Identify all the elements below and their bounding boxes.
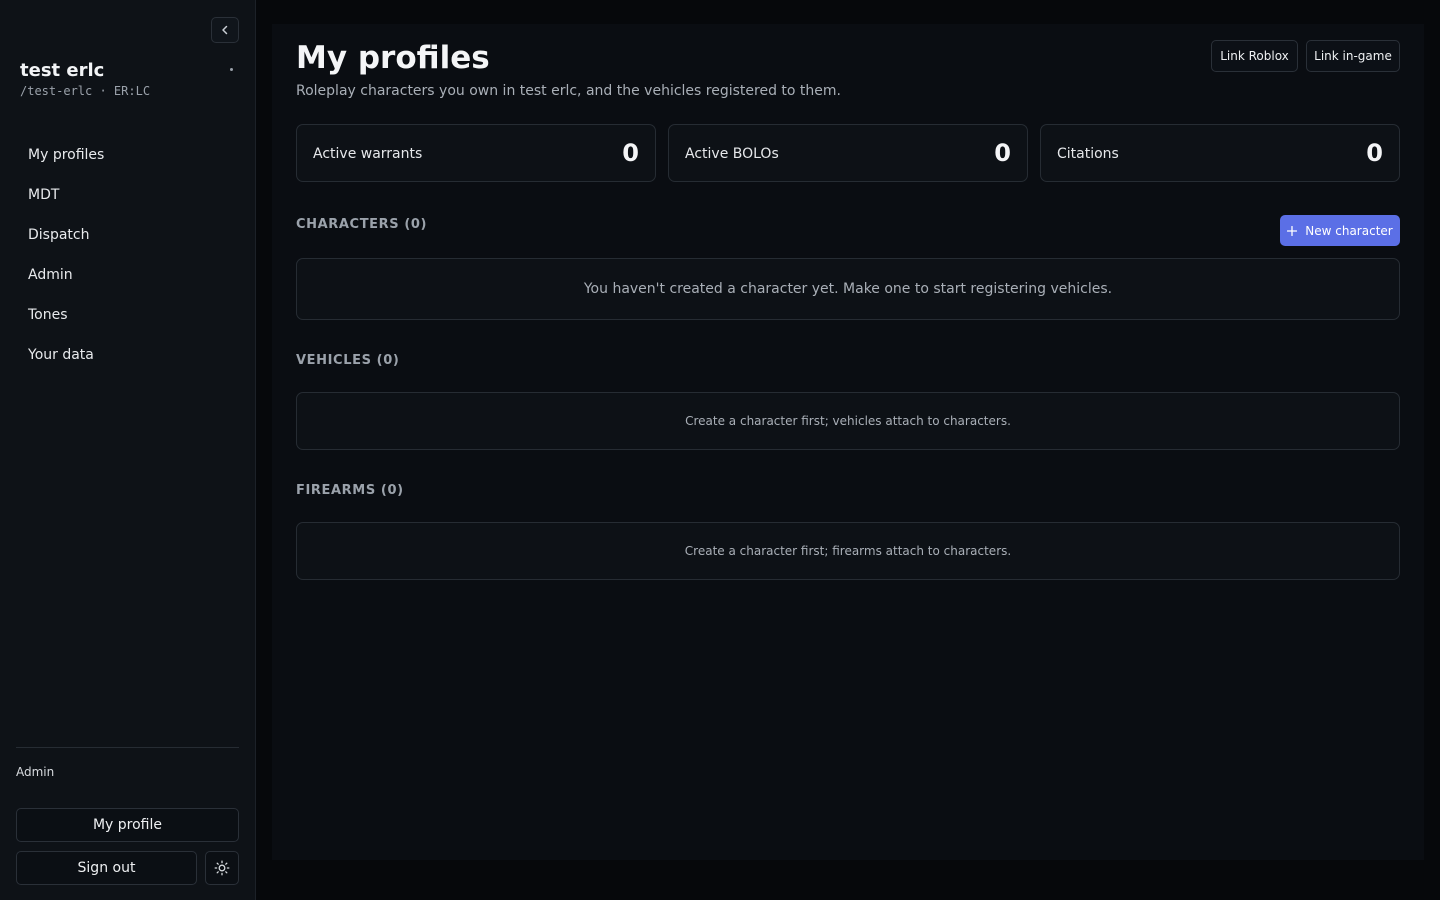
link-in-game-button[interactable]: Link in-game <box>1306 40 1400 72</box>
server-switcher-indicator[interactable] <box>230 68 233 71</box>
my-profile-button[interactable]: My profile <box>16 808 239 842</box>
vehicles-empty-text: Create a character first; vehicles attac… <box>685 414 1011 428</box>
page-title: My profiles <box>296 40 490 76</box>
user-role-label: Admin <box>16 765 55 779</box>
sign-out-button[interactable]: Sign out <box>16 851 197 885</box>
collapse-sidebar-button[interactable] <box>211 17 239 43</box>
main-panel: My profiles Roleplay characters you own … <box>272 24 1424 860</box>
stat-label: Active BOLOs <box>685 146 779 162</box>
vehicles-section-header: VEHICLES (0) <box>296 353 400 368</box>
page-subtitle: Roleplay characters you own in test erlc… <box>296 83 841 99</box>
characters-empty-state: You haven't created a character yet. Mak… <box>296 258 1400 320</box>
characters-section-header: CHARACTERS (0) <box>296 217 428 232</box>
firearms-empty-state: Create a character first; firearms attac… <box>296 522 1400 580</box>
plus-icon <box>1287 225 1298 236</box>
stat-value: 0 <box>1366 139 1383 167</box>
stat-card-citations: Citations 0 <box>1040 124 1400 182</box>
server-name[interactable]: test erlc <box>20 60 104 81</box>
stat-card-active-warrants: Active warrants 0 <box>296 124 656 182</box>
stat-value: 0 <box>622 139 639 167</box>
stat-card-active-bolos: Active BOLOs 0 <box>668 124 1028 182</box>
sidebar-divider <box>16 747 239 748</box>
characters-empty-text: You haven't created a character yet. Mak… <box>583 281 1113 297</box>
theme-toggle-button[interactable] <box>205 851 239 885</box>
sidebar: test erlc /test-erlc · ER:LC My profiles… <box>0 0 256 900</box>
server-slug: /test-erlc · ER:LC <box>20 84 151 98</box>
new-character-label: New character <box>1305 223 1393 238</box>
sidebar-item-admin[interactable]: Admin <box>16 255 239 295</box>
firearms-empty-text: Create a character first; firearms attac… <box>684 544 1012 558</box>
sun-icon <box>214 860 230 876</box>
firearms-section-header: FIREARMS (0) <box>296 483 404 498</box>
stat-value: 0 <box>994 139 1011 167</box>
chevron-left-icon <box>222 25 228 35</box>
stat-label: Citations <box>1057 146 1119 162</box>
sidebar-item-dispatch[interactable]: Dispatch <box>16 215 239 255</box>
stat-label: Active warrants <box>313 146 423 162</box>
new-character-button[interactable]: New character <box>1280 215 1400 246</box>
sidebar-item-tones[interactable]: Tones <box>16 295 239 335</box>
sidebar-item-my-profiles[interactable]: My profiles <box>16 135 239 175</box>
vehicles-empty-state: Create a character first; vehicles attac… <box>296 392 1400 450</box>
sidebar-item-your-data[interactable]: Your data <box>16 335 239 375</box>
link-roblox-button[interactable]: Link Roblox <box>1211 40 1298 72</box>
app-root: test erlc /test-erlc · ER:LC My profiles… <box>0 0 1440 900</box>
sidebar-item-mdt[interactable]: MDT <box>16 175 239 215</box>
sidebar-nav: My profiles MDT Dispatch Admin Tones You… <box>16 135 239 375</box>
